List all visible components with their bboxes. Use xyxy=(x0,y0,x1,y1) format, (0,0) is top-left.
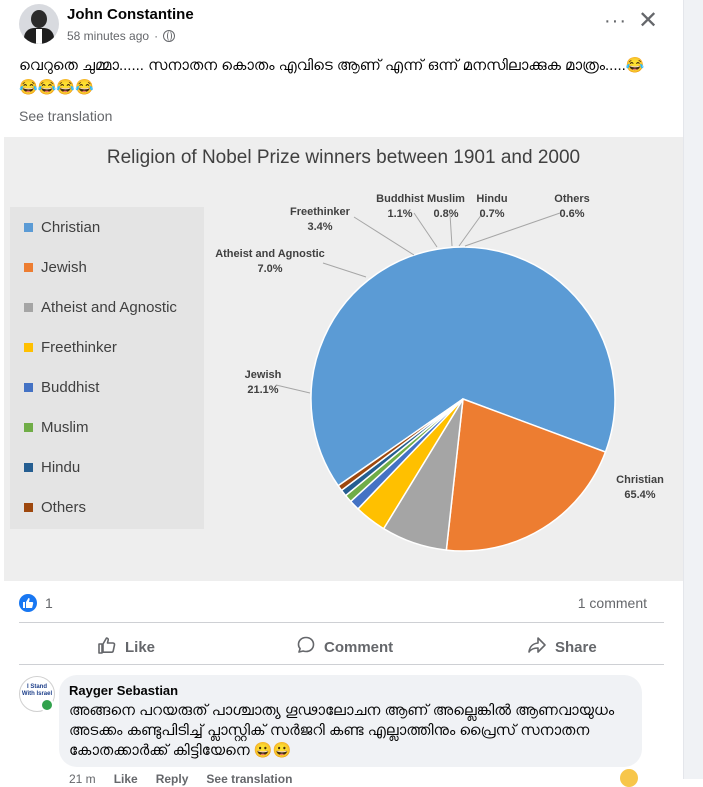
slice-name-label: Hindu xyxy=(476,193,507,205)
slice-value-label: 0.8% xyxy=(433,208,458,220)
commenter-name[interactable]: Rayger Sebastian xyxy=(69,683,178,698)
share-arrow-icon xyxy=(527,635,547,659)
comment-bubble: Rayger Sebastian അങ്ങനെ പറയരുത് പാശ്ചാത്… xyxy=(59,675,642,767)
post-image-chart[interactable]: Religion of Nobel Prize winners between … xyxy=(4,137,683,581)
close-button[interactable]: ✕ xyxy=(638,6,658,35)
slice-value-label: 1.1% xyxy=(387,208,412,220)
pie-chart: Christian 65.4% Jewish 21.1% Atheist and Agn… xyxy=(215,193,664,552)
author-name[interactable]: John Constantine xyxy=(67,6,194,23)
share-button[interactable]: Share xyxy=(527,635,597,659)
slice-value-label: 21.1% xyxy=(247,384,278,396)
slice-name-label: Muslim xyxy=(427,193,465,205)
share-button-label: Share xyxy=(555,638,597,656)
comment-text: അങ്ങനെ പറയരുത് പാശ്ചാത്യ ഗൂഢാലോചന ആണ് അല… xyxy=(69,702,615,759)
leader-line xyxy=(275,384,311,394)
separator-dot: · xyxy=(154,29,159,43)
more-options-button[interactable]: ··· xyxy=(604,10,627,33)
slice-name-label: Others xyxy=(554,193,589,205)
comment-button[interactable]: Comment xyxy=(296,635,393,659)
comment-time[interactable]: 21 m xyxy=(69,772,96,786)
divider xyxy=(19,664,664,665)
divider xyxy=(19,622,664,623)
reactions-summary[interactable]: 1 xyxy=(19,594,53,612)
slice-name-label: Atheist and Agnostic xyxy=(215,248,325,260)
slice-value-label: 0.6% xyxy=(559,208,584,220)
leader-line xyxy=(353,216,415,256)
commenter-avatar-text: I Stand With Israel xyxy=(21,684,53,697)
comment-actions: 21 m Like Reply See translation xyxy=(69,772,292,786)
see-translation-link[interactable]: See translation xyxy=(19,108,112,124)
author-avatar[interactable] xyxy=(19,4,59,44)
comment-button-label: Comment xyxy=(324,638,394,656)
post-card: John Constantine 58 minutes ago · ··· ✕ … xyxy=(0,0,684,787)
slice-value-label: 65.4% xyxy=(624,489,655,501)
laugh-reaction-icon xyxy=(620,769,638,787)
slice-value-label: 3.4% xyxy=(307,221,332,233)
thumbs-up-icon xyxy=(97,635,117,659)
right-scroll-gutter xyxy=(684,0,703,779)
slice-value-label: 0.7% xyxy=(479,208,504,220)
comment-like-link[interactable]: Like xyxy=(114,772,138,786)
post-time[interactable]: 58 minutes ago xyxy=(67,29,149,43)
like-button[interactable]: Like xyxy=(97,635,155,659)
public-globe-icon xyxy=(163,30,176,42)
online-status-dot xyxy=(40,698,54,712)
comment-see-translation-link[interactable]: See translation xyxy=(206,772,292,786)
like-reaction-icon xyxy=(19,594,37,612)
slice-name-label: Freethinker xyxy=(290,206,351,218)
comment-count-link[interactable]: 1 comment xyxy=(578,595,647,611)
slice-name-label: Christian xyxy=(616,474,664,486)
comment-bubble-icon xyxy=(296,635,316,659)
like-button-label: Like xyxy=(125,638,156,656)
slice-name-label: Buddhist xyxy=(376,193,424,205)
like-count: 1 xyxy=(45,595,53,611)
slice-name-label: Jewish xyxy=(245,369,282,381)
slice-value-label: 7.0% xyxy=(257,263,282,275)
leader-line xyxy=(322,262,367,278)
comment-reply-link[interactable]: Reply xyxy=(156,772,189,786)
post-meta: 58 minutes ago · xyxy=(67,29,176,43)
post-text: വെറുതെ ചുമ്മാ...... സനാതന കൊതം എവിടെ ആണ്… xyxy=(19,57,645,96)
